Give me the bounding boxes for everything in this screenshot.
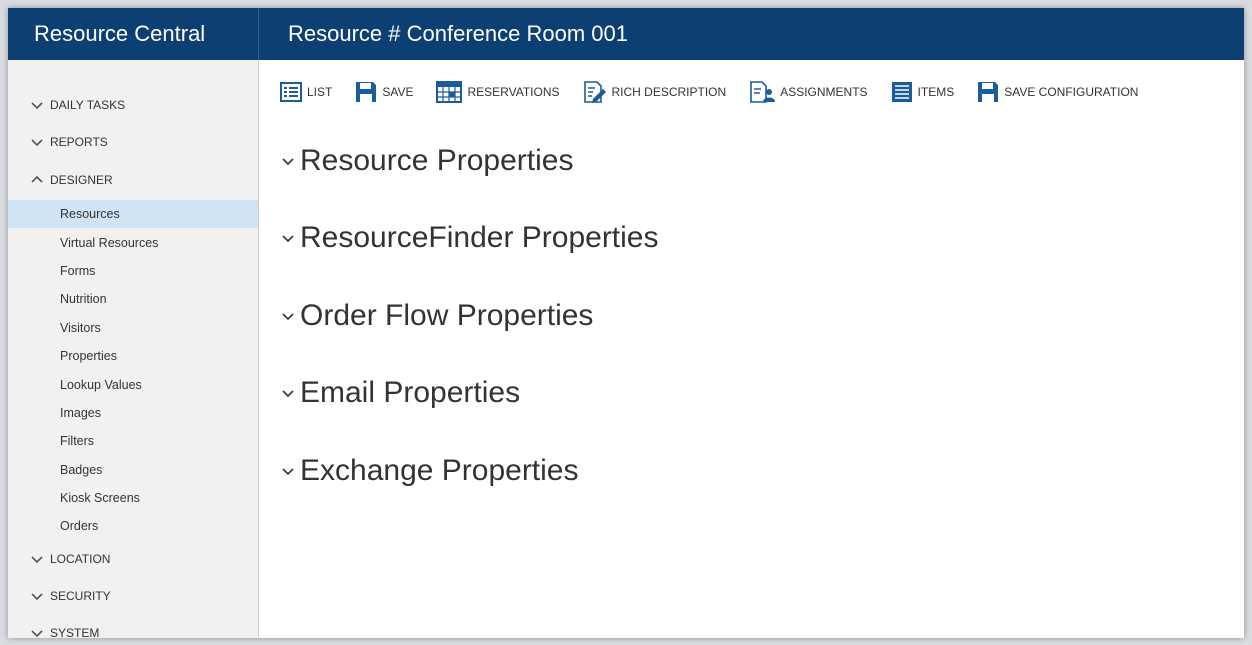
save-button[interactable]: SAVE — [355, 77, 413, 107]
sidebar-section-label: SYSTEM — [50, 626, 100, 638]
assignments-button-label: ASSIGNMENTS — [780, 85, 868, 99]
app-body: DAILY TASKS REPORTS DESIGNER Resources V… — [8, 60, 1244, 638]
list-button[interactable]: LIST — [280, 77, 332, 107]
panel-title: Exchange Properties — [300, 453, 579, 487]
edit-document-icon — [583, 81, 606, 103]
main-content: LIST SAVE RESERVATIONS RICH DESCRIPTION … — [259, 60, 1244, 638]
sidebar-item-virtual-resources[interactable]: Virtual Resources — [8, 228, 258, 256]
sidebar-section-label: SECURITY — [50, 589, 111, 604]
assignments-button[interactable]: ASSIGNMENTS — [749, 77, 868, 107]
sidebar-section-label: REPORTS — [50, 134, 108, 149]
reservations-button-label: RESERVATIONS — [467, 85, 560, 99]
items-button-label: ITEMS — [917, 85, 955, 99]
sidebar-item-images[interactable]: Images — [8, 399, 258, 427]
panel-title: Order Flow Properties — [300, 298, 594, 332]
sidebar-item-visitors[interactable]: Visitors — [8, 314, 258, 342]
sidebar-item-resources[interactable]: Resources — [8, 200, 258, 229]
chevron-down-icon — [280, 463, 296, 479]
sidebar-section-system[interactable]: SYSTEM — [8, 615, 258, 638]
panel-order-flow-properties[interactable]: Order Flow Properties — [280, 277, 1244, 355]
reservations-button[interactable]: RESERVATIONS — [436, 77, 560, 107]
chevron-down-icon — [30, 552, 44, 566]
panel-email-properties[interactable]: Email Properties — [280, 355, 1244, 433]
sidebar-item-kiosk-screens[interactable]: Kiosk Screens — [8, 484, 258, 512]
panel-exchange-properties[interactable]: Exchange Properties — [280, 432, 1244, 510]
panel-resourcefinder-properties[interactable]: ResourceFinder Properties — [280, 200, 1244, 278]
items-button[interactable]: ITEMS — [891, 77, 955, 107]
sidebar-section-reports[interactable]: REPORTS — [8, 123, 258, 160]
chevron-down-icon — [30, 589, 44, 603]
save-configuration-button[interactable]: SAVE CONFIGURATION — [977, 77, 1138, 107]
sidebar-section-designer[interactable]: DESIGNER — [8, 160, 258, 200]
panel-title: Resource Properties — [300, 143, 574, 177]
sidebar-section-daily-tasks[interactable]: DAILY TASKS — [8, 86, 258, 123]
sidebar-item-badges[interactable]: Badges — [8, 456, 258, 484]
items-list-icon — [891, 82, 912, 102]
chevron-down-icon — [280, 153, 296, 169]
sidebar-item-properties[interactable]: Properties — [8, 342, 258, 370]
sidebar-section-label: DESIGNER — [50, 173, 113, 187]
panel-title: ResourceFinder Properties — [300, 221, 659, 255]
top-bar: Resource Central Resource # Conference R… — [8, 8, 1244, 60]
chevron-down-icon — [280, 385, 296, 401]
sidebar-section-label: LOCATION — [50, 552, 111, 567]
chevron-down-icon — [30, 626, 44, 638]
chevron-down-icon — [30, 135, 44, 149]
page-title: Resource # Conference Room 001 — [259, 8, 1244, 60]
app-title: Resource Central — [8, 8, 259, 60]
toolbar: LIST SAVE RESERVATIONS RICH DESCRIPTION … — [280, 60, 1244, 122]
chevron-down-icon — [280, 308, 296, 324]
list-icon — [280, 82, 302, 102]
floppy-disk-icon — [978, 82, 999, 102]
panel-title: Email Properties — [300, 376, 521, 410]
chevron-down-icon — [30, 98, 44, 112]
floppy-disk-icon — [356, 82, 377, 102]
assignment-icon — [750, 81, 776, 103]
sidebar: DAILY TASKS REPORTS DESIGNER Resources V… — [8, 60, 259, 638]
sidebar-item-forms[interactable]: Forms — [8, 257, 258, 285]
chevron-up-icon — [30, 173, 44, 187]
rich-description-button[interactable]: RICH DESCRIPTION — [583, 77, 727, 107]
chevron-down-icon — [280, 230, 296, 246]
save-configuration-button-label: SAVE CONFIGURATION — [1004, 85, 1139, 99]
sidebar-item-nutrition[interactable]: Nutrition — [8, 285, 258, 313]
sidebar-section-security[interactable]: SECURITY — [8, 578, 258, 615]
panel-resource-properties[interactable]: Resource Properties — [280, 122, 1244, 200]
sidebar-item-filters[interactable]: Filters — [8, 427, 258, 455]
calendar-grid-icon — [436, 81, 463, 103]
save-button-label: SAVE — [382, 85, 414, 99]
list-button-label: LIST — [307, 85, 333, 99]
sidebar-item-orders[interactable]: Orders — [8, 512, 258, 540]
rich-description-button-label: RICH DESCRIPTION — [611, 85, 727, 99]
app-window: Resource Central Resource # Conference R… — [8, 8, 1244, 638]
sidebar-section-label: DAILY TASKS — [50, 97, 126, 112]
sidebar-section-location[interactable]: LOCATION — [8, 541, 258, 578]
sidebar-item-lookup-values[interactable]: Lookup Values — [8, 370, 258, 398]
